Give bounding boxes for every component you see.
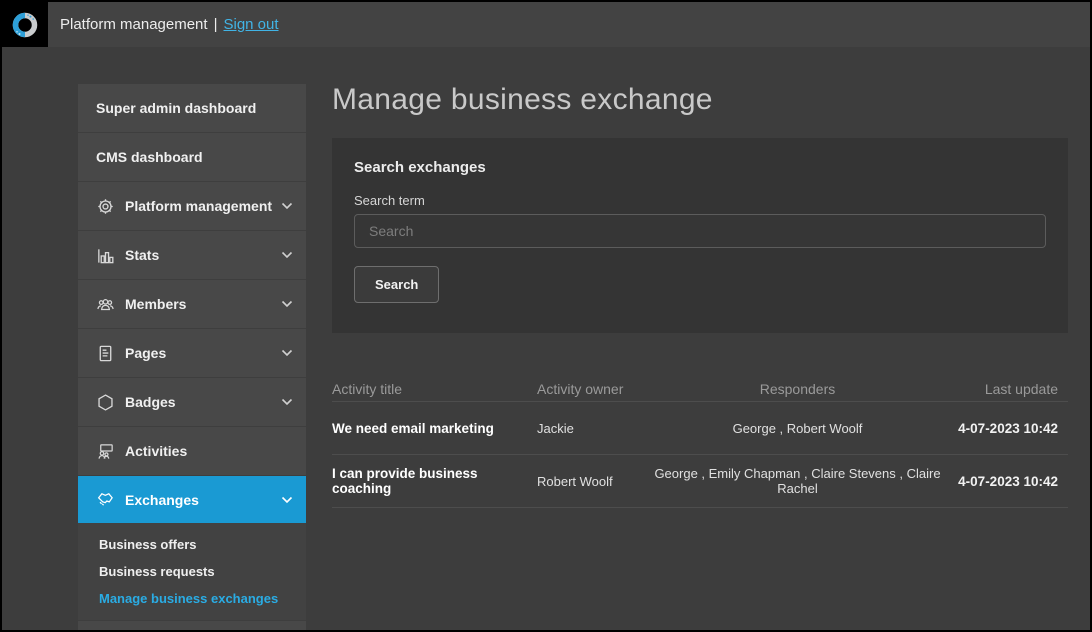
search-panel-title: Search exchanges [354, 159, 1046, 176]
submenu-item-business-requests[interactable]: Business requests [99, 558, 306, 585]
table-row[interactable]: I can provide business coaching Robert W… [332, 455, 1068, 508]
topbar-text: Platform management | Sign out [60, 16, 279, 33]
column-header-responders: Responders [650, 381, 945, 397]
document-icon [96, 344, 115, 363]
sidebar-item-exchanges[interactable]: Exchanges [78, 476, 306, 523]
page-title: Manage business exchange [332, 82, 1068, 118]
bar-chart-icon [96, 246, 115, 265]
ring-logo-icon [10, 10, 40, 40]
column-header-last-update: Last update [945, 381, 1068, 397]
submenu-item-manage-business-exchanges[interactable]: Manage business exchanges [99, 585, 306, 612]
last-update-cell: 4-07-2023 10:42 [945, 474, 1068, 489]
search-button[interactable]: Search [354, 266, 439, 303]
handshake-icon [96, 490, 115, 509]
sidebar-item-label: Members [125, 296, 186, 312]
chevron-down-icon [281, 202, 293, 210]
chevron-down-icon [281, 300, 293, 308]
responders-cell: George , Emily Chapman , Claire Stevens … [650, 466, 945, 496]
activity-title-cell: We need email marketing [332, 421, 537, 436]
activity-owner-cell: Robert Woolf [537, 474, 650, 489]
chevron-down-icon [281, 251, 293, 259]
brand-separator: | [214, 16, 218, 33]
people-icon [96, 295, 115, 314]
sidebar-item-label: Activities [125, 443, 187, 459]
search-term-label: Search term [354, 193, 1046, 208]
main-content: Manage business exchange Search exchange… [332, 82, 1068, 508]
table-header-row: Activity title Activity owner Responders… [332, 376, 1068, 402]
sidebar-item-pages[interactable]: Pages [78, 329, 306, 378]
exchanges-table: Activity title Activity owner Responders… [332, 376, 1068, 508]
sidebar-item-label: Platform management [125, 198, 272, 214]
sidebar-item-label: Badges [125, 394, 176, 410]
sidebar-item-label: CMS dashboard [96, 149, 203, 165]
column-header-activity-owner: Activity owner [537, 381, 650, 397]
sidebar-item-label: Exchanges [125, 492, 199, 508]
sidebar-item-platform-management[interactable]: Platform management [78, 182, 306, 231]
sidebar-item-challenges[interactable]: Challenges [78, 621, 306, 630]
top-bar: Platform management | Sign out [2, 2, 1090, 47]
chevron-down-icon [281, 398, 293, 406]
table-row[interactable]: We need email marketing Jackie George , … [332, 402, 1068, 455]
brand-label: Platform management [60, 16, 208, 33]
last-update-cell: 4-07-2023 10:42 [945, 421, 1068, 436]
sidebar-item-badges[interactable]: Badges [78, 378, 306, 427]
sidebar-item-label: Stats [125, 247, 159, 263]
app-window: Platform management | Sign out Super admin… [0, 0, 1092, 632]
sidebar: Super admin dashboard CMS dashboard Plat… [78, 84, 306, 630]
sidebar-item-super-admin-dashboard[interactable]: Super admin dashboard [78, 84, 306, 133]
sidebar-item-label: Super admin dashboard [96, 100, 256, 116]
sign-out-link[interactable]: Sign out [223, 16, 278, 33]
sidebar-item-label: Pages [125, 345, 166, 361]
exchanges-submenu: Business offers Business requests Manage… [78, 523, 306, 621]
sidebar-item-stats[interactable]: Stats [78, 231, 306, 280]
logo [2, 2, 48, 47]
sidebar-item-activities[interactable]: Activities [78, 427, 306, 476]
column-header-activity-title: Activity title [332, 381, 537, 397]
meeting-icon [96, 442, 115, 461]
submenu-item-business-offers[interactable]: Business offers [99, 531, 306, 558]
responders-cell: George , Robert Woolf [650, 421, 945, 436]
sidebar-item-members[interactable]: Members [78, 280, 306, 329]
search-input[interactable] [354, 214, 1046, 248]
activity-owner-cell: Jackie [537, 421, 650, 436]
activity-title-cell: I can provide business coaching [332, 466, 537, 496]
search-panel: Search exchanges Search term Search [332, 138, 1068, 333]
hexagon-icon [96, 393, 115, 412]
gear-icon [96, 197, 115, 216]
sidebar-item-cms-dashboard[interactable]: CMS dashboard [78, 133, 306, 182]
chevron-down-icon [281, 349, 293, 357]
chevron-down-icon [281, 496, 293, 504]
